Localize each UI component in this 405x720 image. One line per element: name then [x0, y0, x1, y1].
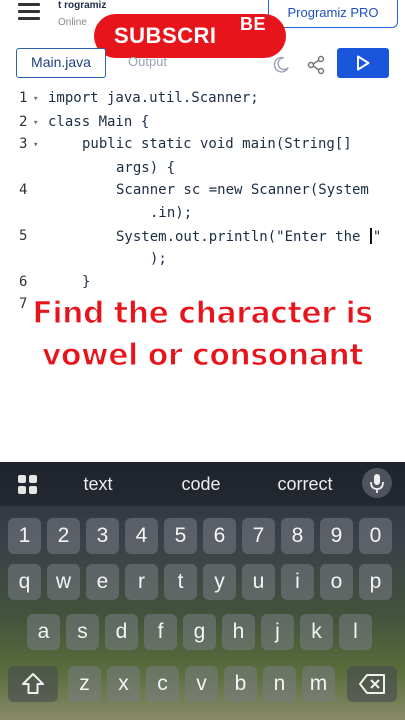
- microphone-icon[interactable]: [362, 468, 392, 498]
- fold-arrow-icon[interactable]: ▾: [33, 118, 38, 128]
- caption-line-1: Find the character is: [32, 295, 374, 331]
- suggestion-item[interactable]: correct: [255, 474, 355, 495]
- suggestion-bar: text code correct: [0, 462, 405, 506]
- brand-subtitle: Online: [58, 17, 87, 28]
- key-f[interactable]: f: [144, 614, 177, 650]
- key-v[interactable]: v: [185, 666, 218, 702]
- brand-logo[interactable]: t rogramiz: [58, 0, 106, 11]
- microphone-glyph: [370, 474, 384, 493]
- key-4[interactable]: 4: [125, 518, 158, 554]
- subscribe-text-tail: BE: [240, 14, 267, 34]
- text-cursor: [369, 228, 372, 244]
- line-number: 6: [19, 274, 28, 290]
- key-z[interactable]: z: [68, 666, 101, 702]
- key-h[interactable]: h: [222, 614, 255, 650]
- tab-main-java[interactable]: Main.java: [16, 48, 106, 78]
- suggestion-item[interactable]: text: [48, 474, 148, 495]
- key-j[interactable]: j: [261, 614, 294, 650]
- subscribe-text: SUBSCRI: [114, 23, 217, 48]
- key-k[interactable]: k: [300, 614, 333, 650]
- code-line: import java.util.Scanner;: [48, 90, 259, 106]
- key-m[interactable]: m: [302, 666, 335, 702]
- key-g[interactable]: g: [183, 614, 216, 650]
- key-i[interactable]: i: [281, 564, 314, 600]
- key-u[interactable]: u: [242, 564, 275, 600]
- key-e[interactable]: e: [86, 564, 119, 600]
- key-s[interactable]: s: [66, 614, 99, 650]
- shift-icon: [22, 673, 44, 694]
- programiz-pro-button[interactable]: Programiz PRO: [268, 0, 398, 28]
- key-a[interactable]: a: [27, 614, 60, 650]
- key-b[interactable]: b: [224, 666, 257, 702]
- code-text-before-cursor: System.out.println("Enter the: [116, 229, 369, 245]
- play-icon: [357, 55, 370, 71]
- key-o[interactable]: o: [320, 564, 353, 600]
- key-9[interactable]: 9: [320, 518, 353, 554]
- code-line-wrap: .in);: [150, 205, 193, 221]
- moon-icon[interactable]: [272, 56, 290, 74]
- code-line: }: [82, 274, 91, 290]
- backspace-icon: [359, 674, 385, 694]
- code-line: public static void main(String[]: [82, 136, 352, 152]
- backspace-key[interactable]: [347, 666, 397, 702]
- shift-key[interactable]: [8, 666, 58, 702]
- code-line: System.out.println("Enter the ": [116, 228, 381, 245]
- key-p[interactable]: p: [359, 564, 392, 600]
- key-l[interactable]: l: [339, 614, 372, 650]
- hamburger-icon[interactable]: [18, 3, 40, 20]
- line-number: 1: [19, 90, 28, 106]
- code-line: Scanner sc =new Scanner(System: [116, 182, 369, 198]
- key-3[interactable]: 3: [86, 518, 119, 554]
- key-5[interactable]: 5: [164, 518, 197, 554]
- key-n[interactable]: n: [263, 666, 296, 702]
- line-number: 5: [19, 228, 28, 244]
- key-t[interactable]: t: [164, 564, 197, 600]
- code-line-wrap: args) {: [116, 160, 176, 176]
- code-line: class Main {: [48, 114, 150, 130]
- line-number: 3: [19, 136, 28, 152]
- key-d[interactable]: d: [105, 614, 138, 650]
- key-r[interactable]: r: [125, 564, 158, 600]
- fold-arrow-icon[interactable]: ▾: [33, 94, 38, 104]
- key-0[interactable]: 0: [359, 518, 392, 554]
- key-c[interactable]: c: [146, 666, 179, 702]
- suggestion-item[interactable]: code: [151, 474, 251, 495]
- key-y[interactable]: y: [203, 564, 236, 600]
- code-editor[interactable]: 1 ▾ import java.util.Scanner; 2 ▾ class …: [0, 84, 405, 312]
- share-icon[interactable]: [306, 55, 326, 75]
- key-q[interactable]: q: [8, 564, 41, 600]
- on-screen-keyboard: text code correct 1234567890 qwertyuiop …: [0, 462, 405, 720]
- run-button[interactable]: [337, 48, 389, 78]
- key-x[interactable]: x: [107, 666, 140, 702]
- grid-icon[interactable]: [18, 475, 38, 495]
- code-text-after-cursor: ": [372, 229, 382, 245]
- key-2[interactable]: 2: [47, 518, 80, 554]
- line-number: 2: [19, 114, 28, 130]
- key-6[interactable]: 6: [203, 518, 236, 554]
- code-line-wrap: );: [150, 251, 167, 267]
- key-w[interactable]: w: [47, 564, 80, 600]
- key-8[interactable]: 8: [281, 518, 314, 554]
- key-1[interactable]: 1: [8, 518, 41, 554]
- caption-line-2: vowel or consonant: [41, 337, 364, 373]
- line-number: 4: [19, 182, 28, 198]
- tab-output[interactable]: Output: [128, 54, 167, 69]
- key-7[interactable]: 7: [242, 518, 275, 554]
- fold-arrow-icon[interactable]: ▾: [33, 140, 38, 150]
